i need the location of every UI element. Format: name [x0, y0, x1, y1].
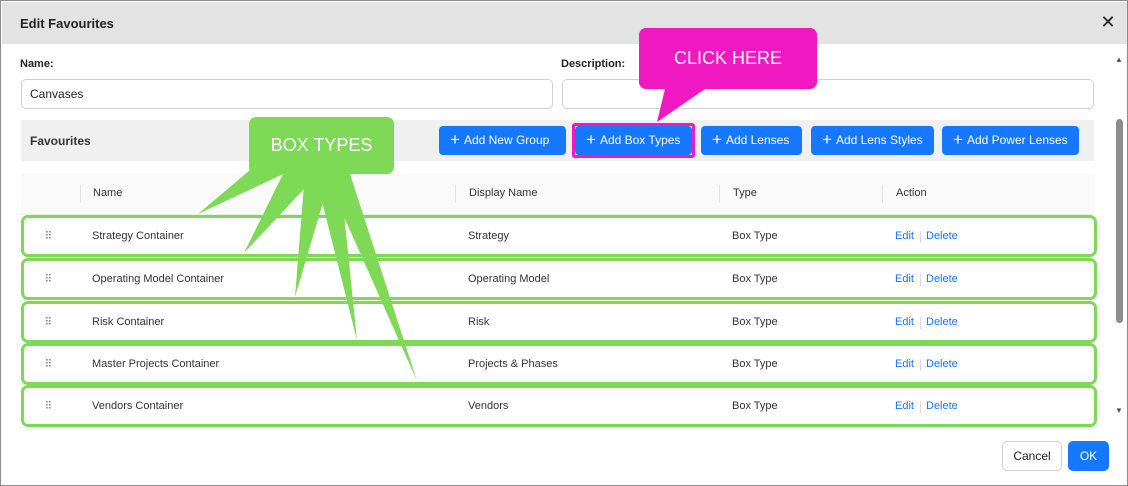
drag-handle-icon[interactable]: ⁝⁝: [45, 356, 52, 370]
table-row: ⁝⁝ Strategy Container Strategy Box Type …: [21, 215, 1097, 257]
name-input[interactable]: Canvases: [21, 79, 553, 109]
edit-link[interactable]: Edit: [895, 400, 914, 412]
edit-favourites-dialog: Edit Favourites ✕ Name: Canvases Descrip…: [0, 0, 1128, 486]
add-lenses-label: Add Lenses: [725, 133, 790, 147]
column-divider: [882, 185, 883, 203]
delete-link[interactable]: Delete: [926, 316, 958, 328]
add-lens-styles-button[interactable]: + Add Lens Styles: [811, 126, 934, 155]
row-type: Box Type: [732, 273, 778, 285]
row-type: Box Type: [732, 400, 778, 412]
row-type: Box Type: [732, 230, 778, 242]
add-lens-styles-label: Add Lens Styles: [835, 133, 923, 147]
column-divider: [455, 185, 456, 203]
drag-handle-icon[interactable]: ⁝⁝: [45, 228, 52, 242]
column-header-display-name: Display Name: [469, 187, 538, 199]
table-header: Name Display Name Type Action: [21, 173, 1094, 215]
delete-link[interactable]: Delete: [926, 358, 958, 370]
add-lenses-button[interactable]: + Add Lenses: [701, 126, 802, 155]
row-display-name: Operating Model: [468, 273, 550, 285]
plus-icon: +: [450, 130, 460, 149]
row-name: Operating Model Container: [92, 273, 225, 285]
dialog-title: Edit Favourites: [20, 16, 114, 31]
table-row: ⁝⁝ Operating Model Container Operating M…: [21, 258, 1097, 300]
column-divider: [80, 185, 81, 203]
click-here-callout: CLICK HERE: [639, 28, 817, 89]
add-power-lenses-label: Add Power Lenses: [966, 133, 1068, 147]
drag-handle-icon[interactable]: ⁝⁝: [45, 271, 52, 285]
plus-icon: +: [953, 130, 963, 149]
delete-link[interactable]: Delete: [926, 273, 958, 285]
edit-link[interactable]: Edit: [895, 230, 914, 242]
ok-button[interactable]: OK: [1068, 441, 1109, 471]
column-divider: [719, 185, 720, 203]
name-label: Name:: [20, 58, 54, 70]
delete-link[interactable]: Delete: [926, 400, 958, 412]
favourites-label: Favourites: [30, 134, 91, 148]
dialog-titlebar: Edit Favourites ✕: [2, 2, 1127, 44]
plus-icon: +: [712, 130, 722, 149]
table-row: ⁝⁝ Master Projects Container Projects & …: [21, 343, 1097, 385]
column-header-name: Name: [93, 187, 123, 199]
add-new-group-button[interactable]: + Add New Group: [439, 126, 566, 155]
edit-link[interactable]: Edit: [895, 316, 914, 328]
action-divider: [920, 359, 921, 371]
action-divider: [920, 274, 921, 286]
row-name: Vendors Container: [92, 400, 184, 412]
column-header-type: Type: [733, 187, 757, 199]
description-label: Description:: [561, 58, 626, 70]
delete-link[interactable]: Delete: [926, 230, 958, 242]
box-types-callout: BOX TYPES: [249, 117, 394, 174]
add-new-group-label: Add New Group: [463, 133, 550, 147]
close-icon[interactable]: ✕: [1098, 12, 1118, 32]
row-display-name: Projects & Phases: [468, 358, 558, 370]
row-type: Box Type: [732, 316, 778, 328]
drag-handle-icon[interactable]: ⁝⁝: [45, 398, 52, 412]
add-box-types-highlight: [572, 123, 695, 158]
action-divider: [920, 401, 921, 413]
scroll-up-arrow-icon[interactable]: ▲: [1115, 55, 1123, 64]
table-row: ⁝⁝ Risk Container Risk Box Type Edit Del…: [21, 301, 1097, 343]
row-display-name: Strategy: [468, 230, 509, 242]
edit-link[interactable]: Edit: [895, 358, 914, 370]
add-power-lenses-button[interactable]: + Add Power Lenses: [942, 126, 1079, 155]
scroll-down-arrow-icon[interactable]: ▼: [1115, 406, 1123, 415]
scrollbar-thumb[interactable]: [1116, 119, 1123, 323]
row-type: Box Type: [732, 358, 778, 370]
row-name: Master Projects Container: [92, 358, 220, 370]
edit-link[interactable]: Edit: [895, 273, 914, 285]
action-divider: [920, 231, 921, 243]
action-divider: [920, 317, 921, 329]
column-header-action: Action: [896, 187, 927, 199]
drag-handle-icon[interactable]: ⁝⁝: [45, 314, 52, 328]
row-display-name: Vendors: [468, 400, 509, 412]
row-name: Risk Container: [92, 316, 165, 328]
cancel-button[interactable]: Cancel: [1002, 441, 1062, 471]
row-display-name: Risk: [468, 316, 490, 328]
row-name: Strategy Container: [92, 230, 184, 242]
table-row: ⁝⁝ Vendors Container Vendors Box Type Ed…: [21, 385, 1097, 427]
plus-icon: +: [822, 130, 832, 149]
